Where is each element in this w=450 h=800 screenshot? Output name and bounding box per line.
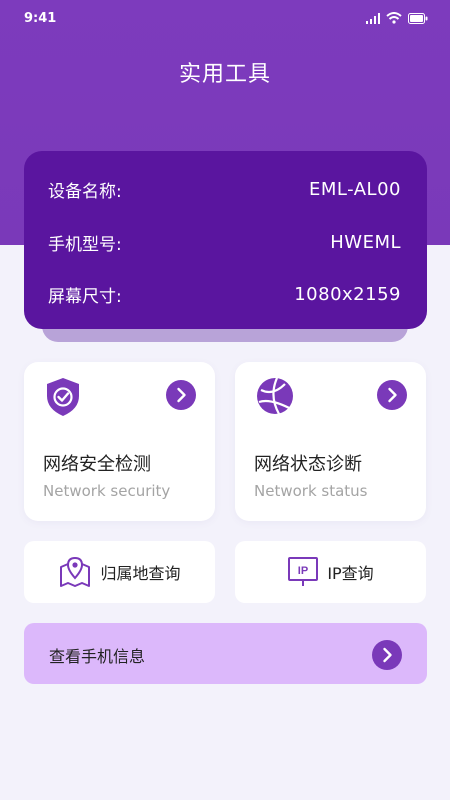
map-pin-icon [60,556,91,587]
location-query-label: 归属地查询 [100,564,181,583]
globe-icon [257,377,294,415]
network-status-subtitle: Network status [254,482,368,500]
ip-icon-text: IP [298,565,308,577]
status-time: 9:41 [24,11,57,26]
device-info-card: 设备名称: EML-AL00 手机型号: HWEML 屏幕尺寸: 1080x21… [24,151,427,329]
device-row-model: 手机型号: HWEML [48,228,401,256]
wifi-icon [386,12,402,24]
shield-check-icon [47,378,79,416]
signal-icon [366,12,380,24]
network-security-card[interactable]: 网络安全检测 Network security [24,362,215,521]
device-name-label: 设备名称: [48,181,122,202]
ip-icon: IP [288,557,319,586]
network-security-subtitle: Network security [43,482,171,500]
battery-icon [408,12,428,24]
phone-info-button[interactable]: 查看手机信息 [24,623,427,684]
phone-model-label: 手机型号: [48,234,122,255]
device-name-value: EML-AL00 [309,178,401,200]
page-title: 实用工具 [178,62,271,87]
screen-size-label: 屏幕尺寸: [48,286,122,307]
chevron-right-icon[interactable] [377,380,407,410]
location-query-button[interactable]: 归属地查询 [24,541,215,603]
screen-size-value: 1080x2159 [294,283,401,305]
chevron-right-icon[interactable] [166,380,196,410]
ip-query-label: IP查询 [327,564,374,583]
status-icons [366,12,428,24]
chevron-right-icon[interactable] [372,640,402,670]
network-status-title: 网络状态诊断 [254,454,362,475]
network-security-title: 网络安全检测 [43,454,151,475]
device-row-screen: 屏幕尺寸: 1080x2159 [48,280,401,308]
phone-info-label: 查看手机信息 [49,647,146,666]
device-row-name: 设备名称: EML-AL00 [48,175,401,203]
ip-query-button[interactable]: IP IP查询 [235,541,426,603]
phone-model-value: HWEML [330,231,401,253]
network-status-card[interactable]: 网络状态诊断 Network status [235,362,426,521]
status-bar: 9:41 [0,0,450,38]
